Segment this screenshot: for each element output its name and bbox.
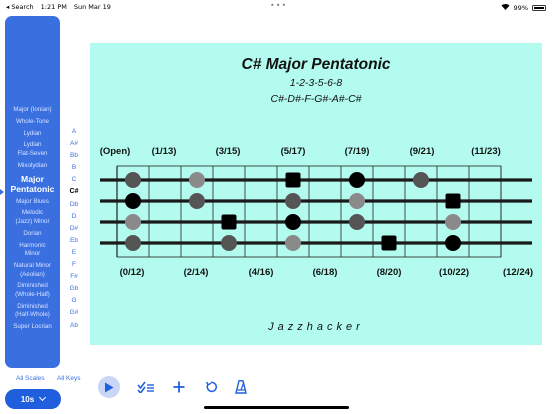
multitasking-dots[interactable]: ••• (270, 1, 287, 10)
root-note-marker (285, 172, 301, 188)
scale-item[interactable]: Lydian (5, 130, 60, 139)
scale-item[interactable]: Harmonic Minor (5, 242, 60, 259)
note-marker (349, 172, 365, 188)
checklist-button[interactable] (135, 376, 157, 398)
top-fret-label: (5/17) (280, 146, 306, 157)
selection-arrow-icon (0, 189, 4, 195)
key-item[interactable]: D# (66, 223, 82, 235)
scale-item[interactable]: Mixolydian (5, 162, 60, 171)
plus-icon (173, 381, 185, 393)
key-item-selected[interactable]: C# (66, 186, 82, 198)
battery-percentage: 99% (513, 3, 528, 12)
scale-item[interactable]: Whole-Tone (5, 118, 60, 127)
key-item[interactable]: Bb (66, 150, 82, 162)
tempo-label: 10s (20, 394, 35, 404)
scale-diagram-card: C# Major Pentatonic 1-2-3-5-6-8 C#-D#-F-… (90, 43, 542, 345)
metronome-button[interactable] (230, 376, 252, 398)
battery-icon (532, 4, 546, 11)
scale-item[interactable]: Melodic (Jazz) Minor (5, 209, 60, 226)
tempo-select-button[interactable]: 10s (5, 389, 61, 409)
key-item[interactable]: G (66, 295, 82, 307)
key-list: A A# Bb B C C# Db D D# Eb E F F# Gb G G# Ab (66, 126, 82, 332)
scale-item[interactable]: Major (Ionian) (5, 106, 60, 115)
all-keys-button[interactable]: All Keys (57, 375, 80, 382)
wifi-icon (501, 3, 510, 12)
bottom-fret-label: (0/12) (119, 267, 145, 278)
scale-list: Major (Ionian) Whole-Tone Lydian Lydian Fla… (5, 106, 60, 335)
status-time: 1:21 PM (40, 3, 67, 11)
scale-sidebar: Major (Ionian) Whole-Tone Lydian Lydian Fla… (5, 16, 60, 368)
scale-item-selected[interactable]: Major Pentatonic (5, 174, 60, 195)
note-marker (189, 193, 205, 209)
play-icon (105, 382, 114, 392)
note-marker (285, 193, 301, 209)
status-bar: ◂ Search 1:21 PM Sun Mar 19 ••• 99% (0, 0, 552, 13)
top-fret-label: (11/23) (471, 146, 501, 157)
key-item[interactable]: F# (66, 271, 82, 283)
rotate-icon (205, 381, 217, 393)
checklist-icon (137, 381, 154, 393)
add-button[interactable] (168, 376, 190, 398)
play-button[interactable] (98, 376, 120, 398)
all-scales-button[interactable]: All Scales (16, 375, 45, 382)
note-marker (413, 172, 429, 188)
brand-label: Jazzhacker (268, 321, 364, 333)
back-to-search-link[interactable]: ◂ Search (6, 3, 34, 11)
key-item[interactable]: F (66, 259, 82, 271)
note-marker (285, 214, 301, 230)
key-item[interactable]: E (66, 247, 82, 259)
metronome-icon (235, 380, 247, 394)
note-marker (125, 235, 141, 251)
note-marker (221, 235, 237, 251)
note-marker (125, 193, 141, 209)
note-marker (349, 193, 365, 209)
bottom-fret-label: (6/18) (312, 267, 338, 278)
top-fret-label: (Open) (99, 146, 131, 157)
scale-item[interactable]: Diminished (Half-Whole) (5, 303, 60, 320)
key-item[interactable]: A# (66, 138, 82, 150)
bottom-fret-label: (10/22) (438, 267, 470, 278)
fretboard-diagram (100, 165, 532, 258)
note-marker (125, 172, 141, 188)
note-marker (445, 214, 461, 230)
scale-item[interactable]: Dorian (5, 230, 60, 239)
status-date: Sun Mar 19 (73, 3, 111, 11)
note-marker (125, 214, 141, 230)
key-item[interactable]: B (66, 162, 82, 174)
scale-item[interactable]: Diminished (Whole-Half) (5, 282, 60, 299)
chevron-down-icon (39, 393, 47, 402)
home-indicator (204, 406, 349, 409)
note-marker (285, 235, 301, 251)
root-note-marker (381, 235, 397, 251)
key-item[interactable]: D (66, 211, 82, 223)
root-note-marker (221, 214, 237, 230)
key-item[interactable]: Gb (66, 283, 82, 295)
scale-item[interactable]: Super Locrian (5, 323, 60, 332)
note-marker (349, 214, 365, 230)
top-fret-label: (9/21) (409, 146, 435, 157)
bottom-fret-label: (8/20) (376, 267, 402, 278)
key-item[interactable]: Db (66, 199, 82, 211)
bottom-fret-label: (12/24) (502, 267, 534, 278)
key-item[interactable]: Eb (66, 235, 82, 247)
bottom-fret-label: (2/14) (183, 267, 209, 278)
key-item[interactable]: Ab (66, 320, 82, 332)
top-fret-label: (1/13) (151, 146, 177, 157)
scale-item[interactable]: Natural Minor (Aeolian) (5, 262, 60, 279)
key-item[interactable]: A (66, 126, 82, 138)
note-marker (189, 172, 205, 188)
bottom-fret-label: (4/16) (248, 267, 274, 278)
top-fret-label: (3/15) (215, 146, 241, 157)
top-fret-label: (7/19) (344, 146, 370, 157)
note-marker (445, 235, 461, 251)
scale-item[interactable]: Lydian Flat-Seven (5, 141, 60, 158)
key-item[interactable]: G# (66, 307, 82, 319)
rotate-button[interactable] (200, 376, 222, 398)
scale-item[interactable]: Major Blues (5, 198, 60, 207)
key-item[interactable]: C (66, 174, 82, 186)
root-note-marker (445, 193, 461, 209)
